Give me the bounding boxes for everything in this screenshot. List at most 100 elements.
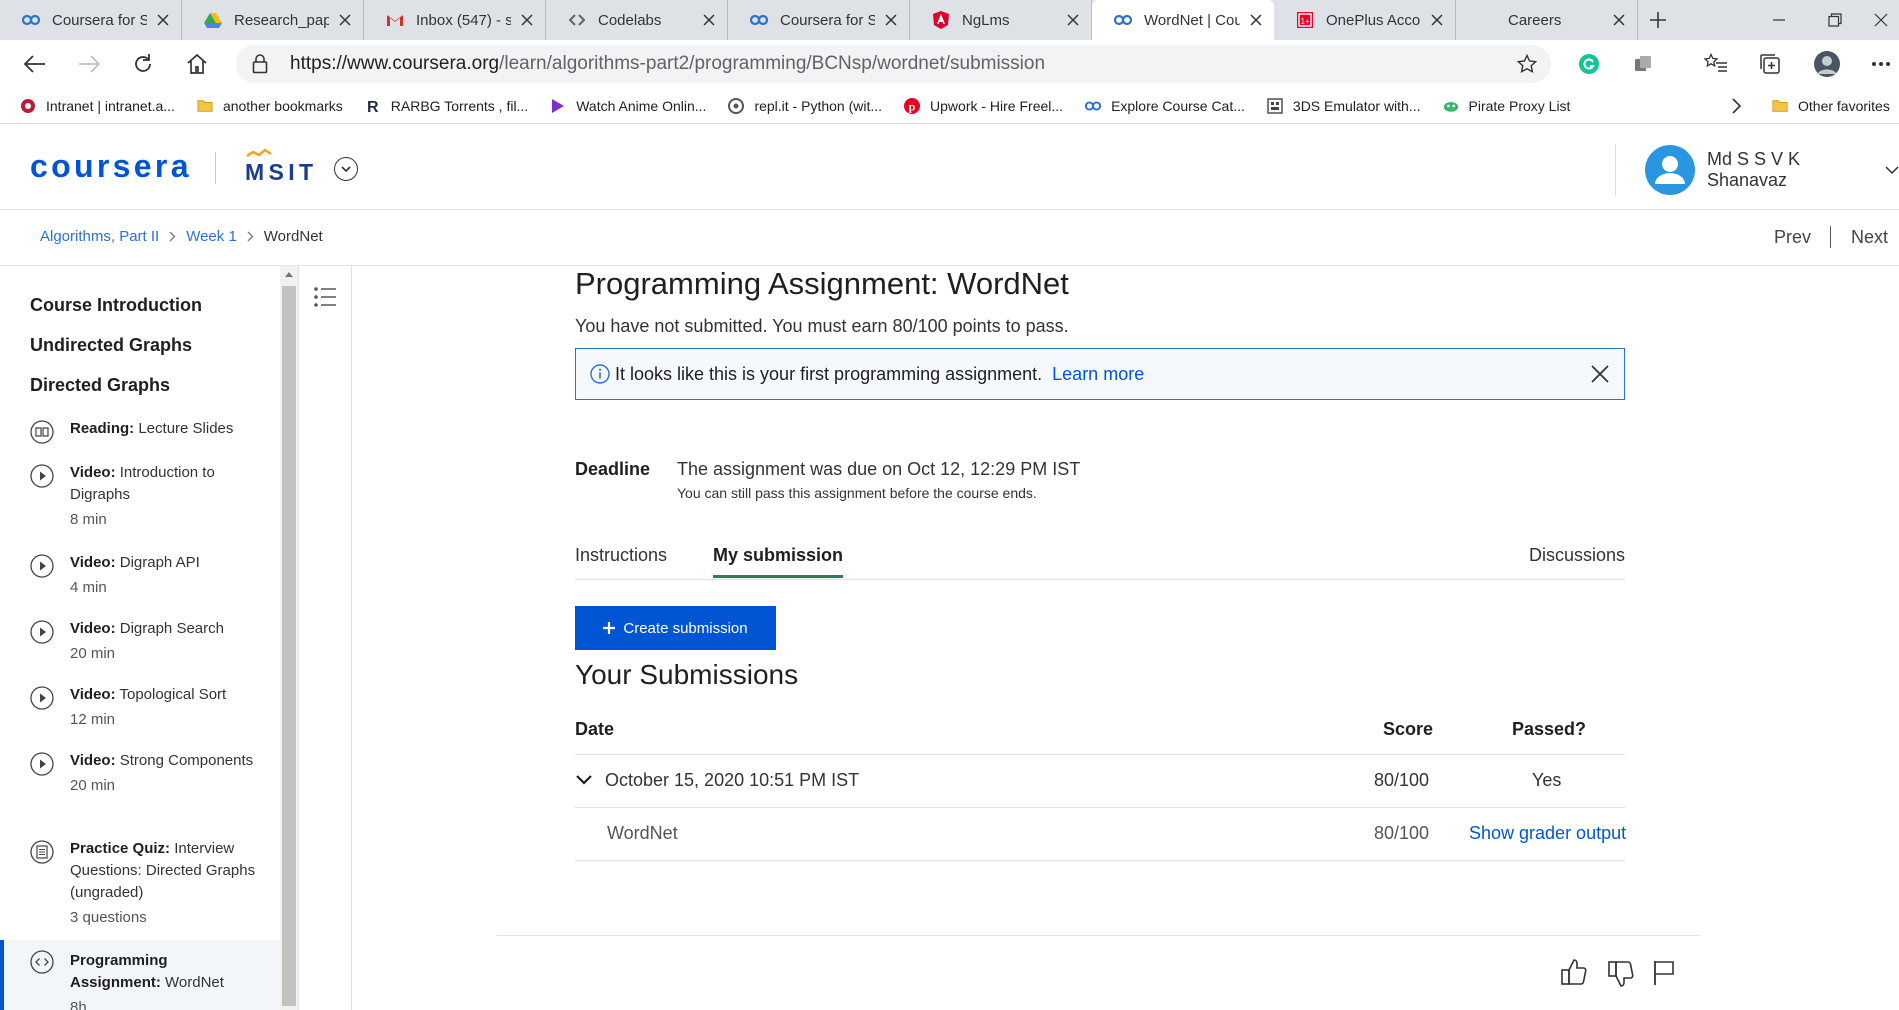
chevron-right-icon[interactable] xyxy=(1731,98,1741,114)
emulator-icon xyxy=(1267,97,1283,114)
msit-logo[interactable]: MSIT xyxy=(243,146,315,186)
close-tab-icon[interactable] xyxy=(1065,12,1081,28)
bookmark-item[interactable]: Intranet | intranet.a... xyxy=(20,98,175,114)
url-path: /learn/algorithms-part2/programming/BCNs… xyxy=(499,53,1046,74)
close-notice-icon[interactable] xyxy=(1590,364,1610,384)
close-tab-icon[interactable] xyxy=(1248,12,1264,28)
next-link[interactable]: Next xyxy=(1851,227,1888,248)
other-favorites[interactable]: Other favorites xyxy=(1772,98,1890,114)
coursera-icon xyxy=(750,11,768,29)
browser-toolbar: https://www.coursera.org/learn/algorithm… xyxy=(0,40,1899,88)
breadcrumb-course-link[interactable]: Algorithms, Part II xyxy=(40,228,159,245)
browser-tab[interactable]: 1+ OnePlus Accou xyxy=(1274,0,1456,40)
close-tab-icon[interactable] xyxy=(155,12,171,28)
browser-tab[interactable]: Research_pape xyxy=(182,0,364,40)
user-menu[interactable]: Md S S V K Shanavaz xyxy=(1645,144,1899,196)
browser-tab[interactable]: Coursera for St xyxy=(0,0,182,40)
sidebar-item-wordnet-active[interactable]: Programming Assignment: WordNet 8h xyxy=(0,940,280,1010)
browser-tab[interactable]: Codelabs xyxy=(546,0,728,40)
sidebar-section-directed-graphs[interactable]: Directed Graphs xyxy=(30,375,170,396)
tab-discussions[interactable]: Discussions xyxy=(1529,545,1625,566)
show-grader-output-link[interactable]: Show grader output xyxy=(1469,823,1626,844)
new-tab-button[interactable] xyxy=(1638,0,1678,40)
forward-button[interactable] xyxy=(62,40,116,88)
home-button[interactable] xyxy=(170,40,224,88)
extension-icon[interactable] xyxy=(1631,52,1655,76)
bookmark-item[interactable]: p Upwork - Hire Freel... xyxy=(904,97,1063,114)
bookmark-item[interactable]: repl.it - Python (wit... xyxy=(728,97,882,114)
learn-more-link[interactable]: Learn more xyxy=(1052,364,1144,385)
play-circle-icon xyxy=(30,554,54,578)
bookmark-item[interactable]: R RARBG Torrents , fil... xyxy=(365,98,528,114)
sidebar-scrollbar[interactable] xyxy=(280,266,298,1010)
play-circle-icon xyxy=(30,752,54,776)
chevron-right-icon xyxy=(169,231,176,242)
close-tab-icon[interactable] xyxy=(883,12,899,28)
item-duration: 20 min xyxy=(70,777,116,794)
item-type: Reading: xyxy=(70,420,135,437)
close-tab-icon[interactable] xyxy=(1611,12,1627,28)
table-row[interactable]: October 15, 2020 10:51 PM IST 80/100 Yes xyxy=(575,755,1625,807)
favorites-icon[interactable] xyxy=(1704,52,1728,76)
star-icon[interactable] xyxy=(1517,54,1537,74)
browser-tab[interactable]: Careers xyxy=(1456,0,1638,40)
thumbs-down-icon[interactable] xyxy=(1608,960,1634,988)
refresh-button[interactable] xyxy=(116,40,170,88)
bookmark-item[interactable]: another bookmarks xyxy=(197,98,343,114)
browser-tab[interactable]: Coursera for St xyxy=(728,0,910,40)
bookmark-label: Explore Course Cat... xyxy=(1111,97,1245,114)
bookmark-item[interactable]: 3DS Emulator with... xyxy=(1267,98,1421,114)
minimize-window-button[interactable] xyxy=(1751,0,1807,40)
tab-my-submission[interactable]: My submission xyxy=(713,545,844,578)
item-title: Digraph Search xyxy=(119,620,224,637)
lock-icon xyxy=(252,54,268,74)
create-submission-label: Create submission xyxy=(623,619,748,637)
codelabs-icon xyxy=(568,11,586,29)
header-divider xyxy=(1615,144,1616,196)
browser-tab-label: Codelabs xyxy=(598,11,662,29)
thumbs-up-icon[interactable] xyxy=(1561,958,1587,986)
sidebar-scrollbar-thumb[interactable] xyxy=(282,286,296,1006)
home-icon xyxy=(186,53,208,75)
item-type: Video: xyxy=(70,620,116,637)
gmail-icon xyxy=(386,11,404,29)
close-tab-icon[interactable] xyxy=(1429,12,1445,28)
close-tab-icon[interactable] xyxy=(519,12,535,28)
create-submission-button[interactable]: Create submission xyxy=(575,606,776,650)
table-subrow: WordNet 80/100 Show grader output xyxy=(575,808,1626,860)
chevron-down-icon[interactable] xyxy=(576,775,592,785)
partner-switcher-button[interactable] xyxy=(334,157,358,181)
address-bar[interactable]: https://www.coursera.org/learn/algorithm… xyxy=(236,45,1551,83)
close-window-button[interactable] xyxy=(1863,0,1899,40)
bookmark-item[interactable]: Pirate Proxy List xyxy=(1443,98,1570,114)
browser-tab-active[interactable]: WordNet | Cou xyxy=(1092,0,1274,40)
prev-link[interactable]: Prev xyxy=(1774,227,1811,248)
book-icon xyxy=(30,420,54,444)
collections-icon[interactable] xyxy=(1758,52,1782,76)
bookmark-item[interactable]: Watch Anime Onlin... xyxy=(550,98,706,114)
bookmark-item[interactable]: Explore Course Cat... xyxy=(1085,98,1245,114)
close-tab-icon[interactable] xyxy=(337,12,353,28)
item-title: Digraph API xyxy=(119,554,200,571)
more-menu-icon[interactable] xyxy=(1869,52,1893,76)
breadcrumb-week-link[interactable]: Week 1 xyxy=(186,228,237,245)
user-avatar-icon xyxy=(1645,145,1695,195)
chevron-right-icon xyxy=(247,231,254,242)
part-name: WordNet xyxy=(607,823,678,843)
restore-window-button[interactable] xyxy=(1807,0,1863,40)
profile-avatar-icon[interactable] xyxy=(1813,50,1841,78)
coursera-logo[interactable]: coursera xyxy=(30,152,190,184)
close-tab-icon[interactable] xyxy=(701,12,717,28)
tab-instructions[interactable]: Instructions xyxy=(575,545,667,566)
bookmarks-bar: Intranet | intranet.a... another bookmar… xyxy=(0,88,1899,124)
sidebar-section-undirected-graphs[interactable]: Undirected Graphs xyxy=(30,335,192,356)
browser-tab[interactable]: Inbox (547) - st xyxy=(364,0,546,40)
submission-score: 80/100 xyxy=(1374,770,1430,790)
scroll-up-arrow-icon[interactable] xyxy=(285,271,293,277)
sidebar-section-course-introduction[interactable]: Course Introduction xyxy=(30,295,202,316)
flag-icon[interactable] xyxy=(1653,960,1675,986)
back-button[interactable] xyxy=(8,40,62,88)
outline-list-icon[interactable] xyxy=(313,286,337,308)
grammarly-icon[interactable] xyxy=(1577,52,1601,76)
browser-tab[interactable]: NgLms xyxy=(910,0,1092,40)
